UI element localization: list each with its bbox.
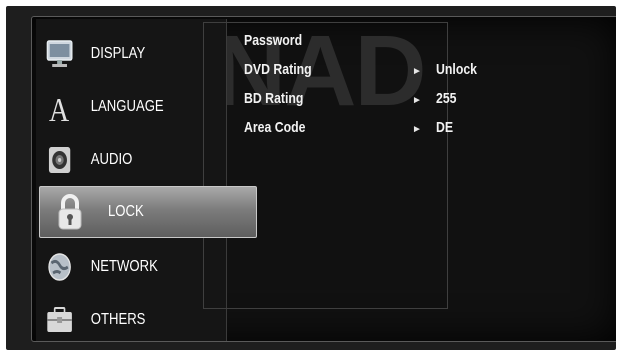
arrow-right-icon: ► bbox=[412, 66, 422, 77]
setting-value-bd-rating: 255 bbox=[436, 90, 457, 107]
display-icon bbox=[43, 34, 76, 74]
menu-item-label: NETWORK bbox=[90, 258, 158, 275]
menu-item-label: LANGUAGE bbox=[90, 98, 164, 115]
arrow-right-icon: ► bbox=[412, 124, 422, 135]
others-icon bbox=[43, 300, 76, 340]
menu-item-lock[interactable]: LOCK bbox=[39, 186, 257, 238]
menu-item-label: DISPLAY bbox=[90, 45, 146, 62]
menu-item-audio[interactable]: AUDIO bbox=[35, 136, 183, 184]
setting-value-dvd-rating: Unlock bbox=[436, 61, 478, 78]
menu-item-label: AUDIO bbox=[90, 151, 133, 168]
setting-label-bd-rating[interactable]: BD Rating bbox=[244, 90, 303, 107]
setting-value-area-code: DE bbox=[436, 119, 454, 136]
network-icon bbox=[43, 247, 76, 287]
arrow-right-icon: ► bbox=[412, 95, 422, 106]
menu-item-network[interactable]: NETWORK bbox=[35, 243, 183, 291]
menu-item-others[interactable]: OTHERS bbox=[35, 296, 183, 344]
lock-icon bbox=[50, 192, 90, 232]
language-icon: A bbox=[43, 87, 76, 127]
menu-item-language[interactable]: A LANGUAGE bbox=[35, 83, 183, 131]
menu-item-display[interactable]: DISPLAY bbox=[35, 30, 183, 78]
svg-text:A: A bbox=[49, 90, 70, 125]
setting-label-area-code[interactable]: Area Code bbox=[244, 119, 306, 136]
menu-item-label: OTHERS bbox=[90, 311, 146, 328]
audio-icon bbox=[43, 140, 76, 180]
menu-item-label: LOCK bbox=[108, 203, 144, 220]
setting-label-password[interactable]: Password bbox=[244, 32, 302, 49]
setting-label-dvd-rating[interactable]: DVD Rating bbox=[244, 61, 312, 78]
